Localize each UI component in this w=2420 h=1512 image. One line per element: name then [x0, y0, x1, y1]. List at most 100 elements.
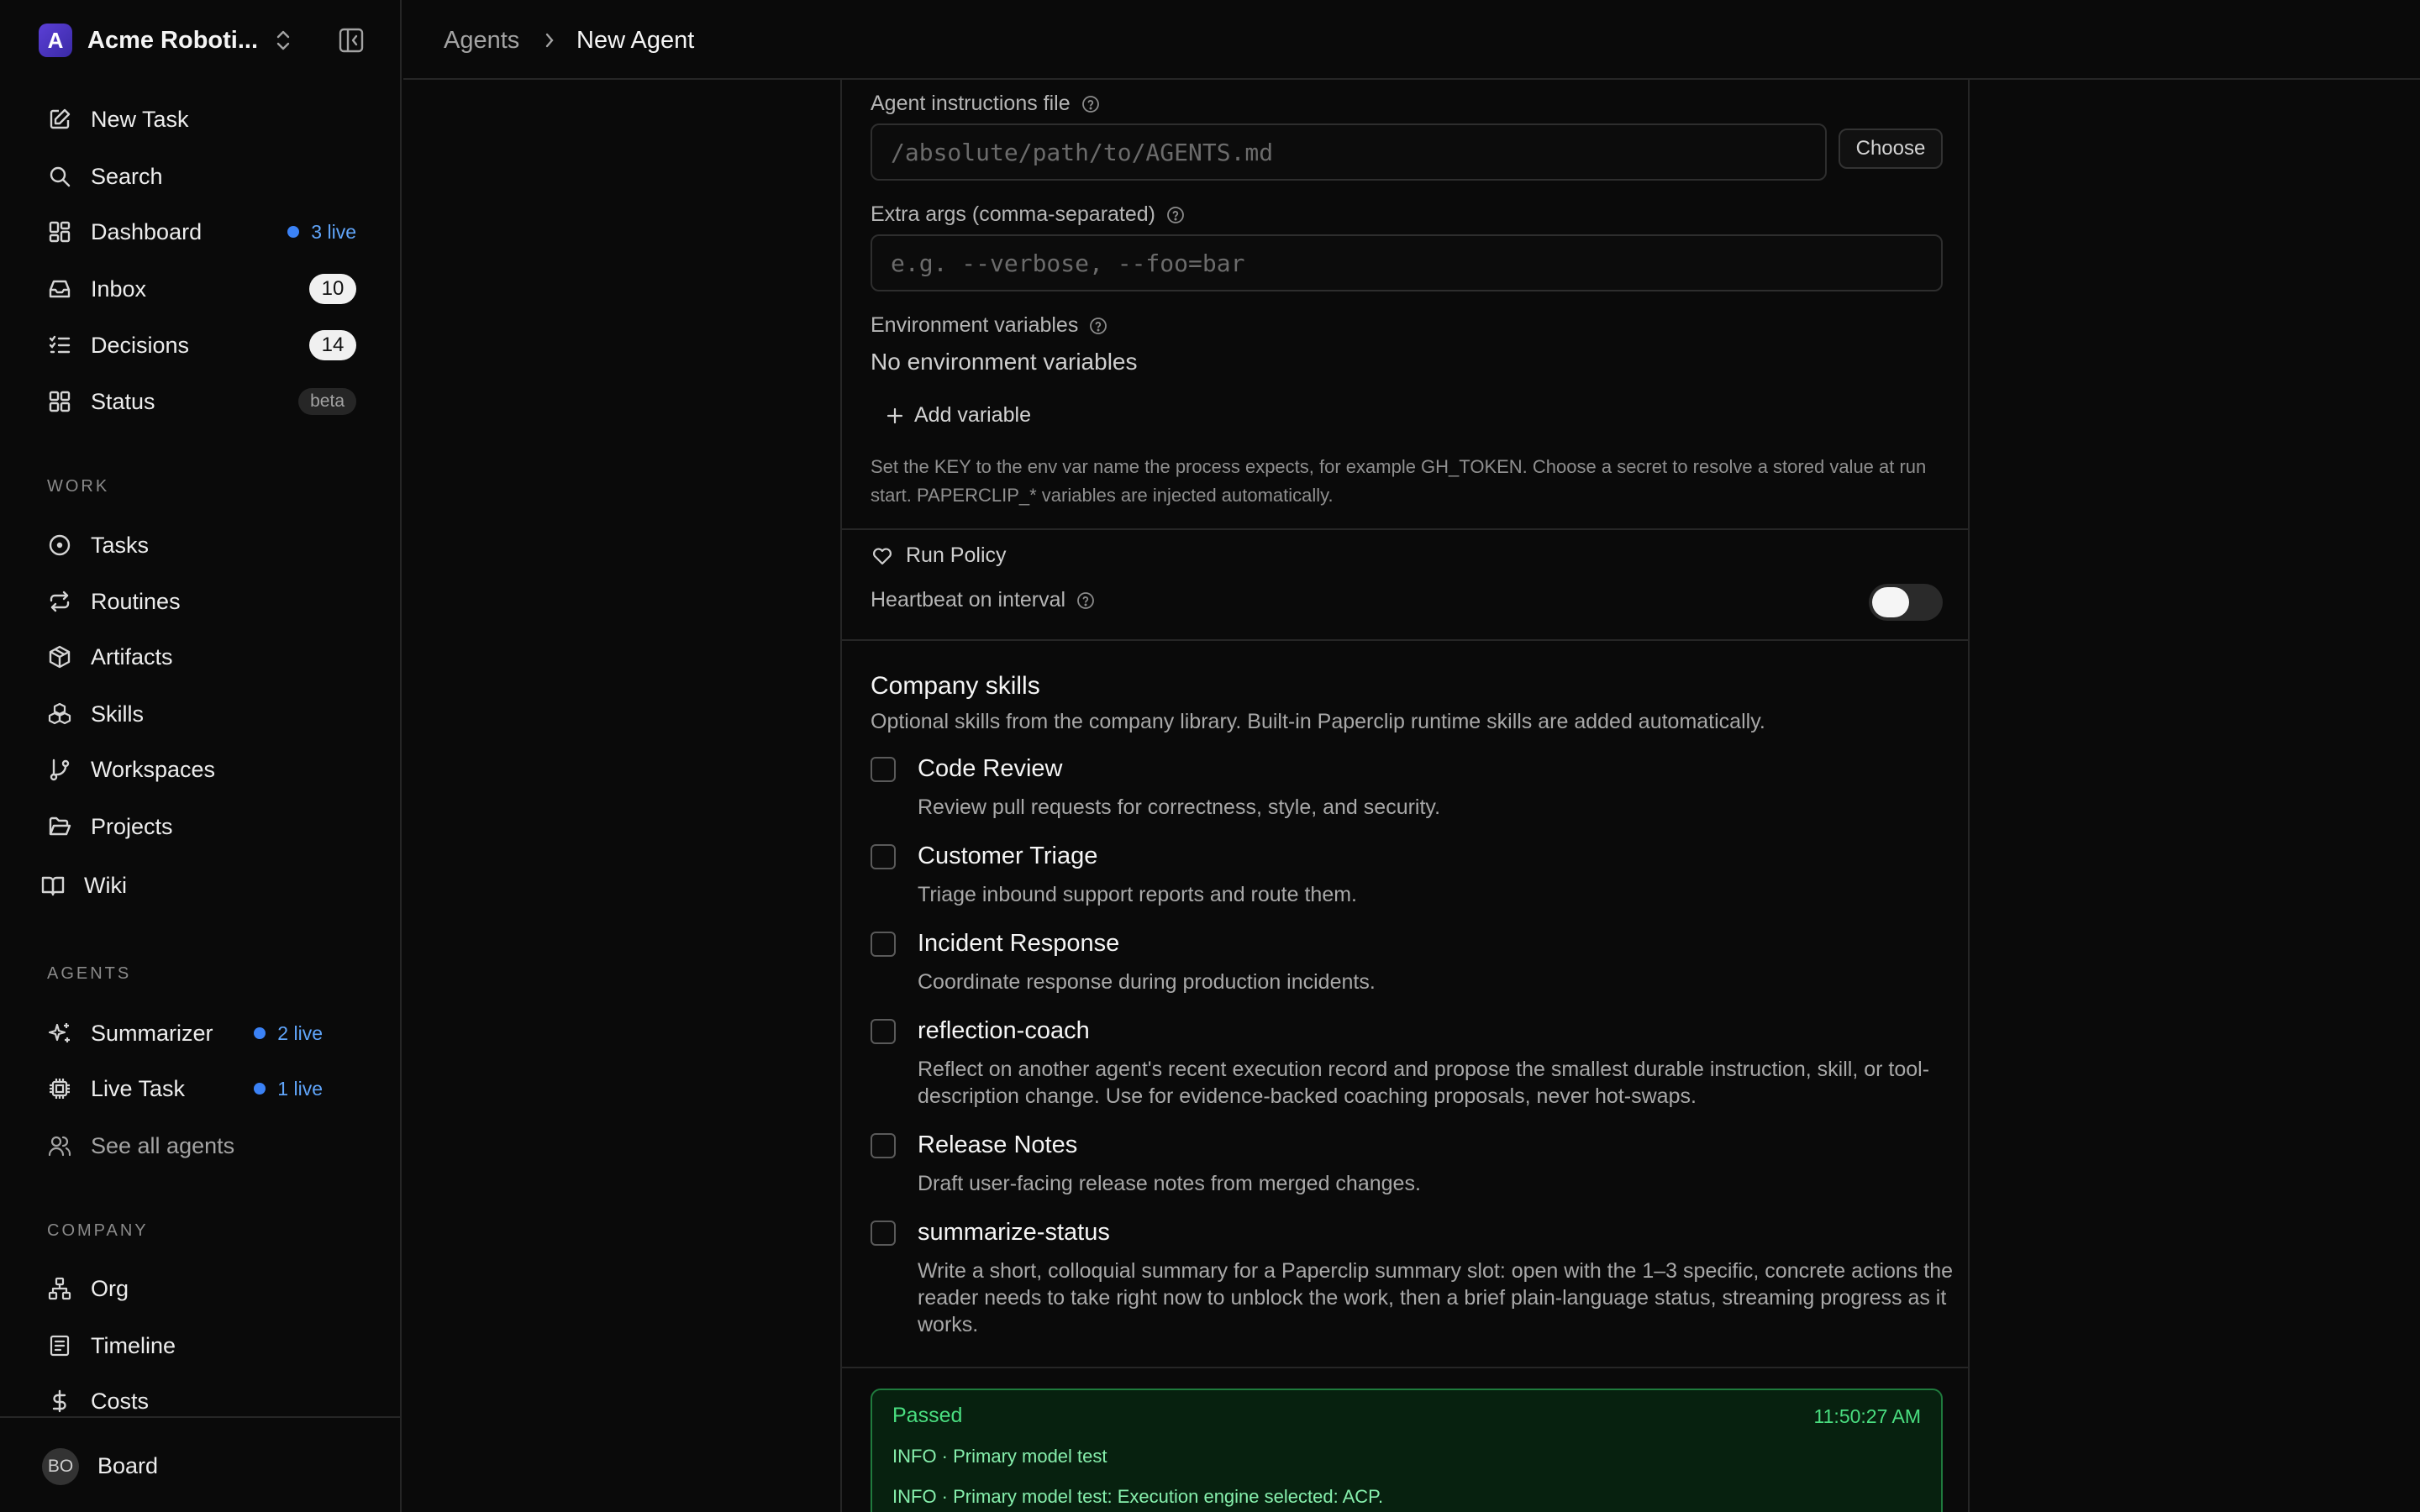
- skill-name: summarize-status: [918, 1219, 1110, 1246]
- count-badge: 10: [309, 274, 356, 304]
- nav-label: Inbox: [91, 276, 147, 302]
- help-circle-icon[interactable]: [1088, 316, 1108, 336]
- skill-description: Reflect on another agent's recent execut…: [918, 1058, 1930, 1108]
- git-branch-icon: [45, 755, 74, 784]
- nav-costs[interactable]: Costs: [45, 1383, 356, 1420]
- nav-projects[interactable]: Projects: [45, 808, 356, 845]
- users-icon: [45, 1131, 74, 1160]
- dashboard-icon: [45, 218, 74, 246]
- nav-org[interactable]: Org: [45, 1270, 356, 1307]
- nav-agent-live-task[interactable]: Live Task 1 live: [45, 1070, 356, 1107]
- heartbeat-label: Heartbeat on interval: [871, 588, 1096, 612]
- skill-checkbox[interactable]: [871, 1221, 896, 1246]
- nav-routines[interactable]: Routines: [45, 583, 356, 620]
- breadcrumb-agents-link[interactable]: Agents: [444, 27, 519, 55]
- test-status: Passed: [892, 1404, 963, 1427]
- nav-label: Org: [91, 1275, 129, 1301]
- beta-badge: beta: [298, 388, 356, 415]
- nav-tasks[interactable]: Tasks: [45, 527, 356, 564]
- skill-name: Release Notes: [918, 1131, 1078, 1158]
- skill-name: Incident Response: [918, 930, 1120, 957]
- help-circle-icon[interactable]: [1076, 591, 1096, 611]
- nav-label: Costs: [91, 1388, 150, 1414]
- nav-new-task[interactable]: New Task: [45, 101, 356, 138]
- skill-description: Draft user-facing release notes from mer…: [918, 1172, 1421, 1195]
- live-indicator: 3 live: [287, 221, 356, 244]
- page-title: New Agent: [576, 27, 695, 54]
- log-line: INFO · Primary model test: Execution eng…: [892, 1486, 1384, 1507]
- board-label: Board: [97, 1453, 159, 1478]
- choose-file-button[interactable]: Choose: [1839, 129, 1943, 169]
- env-vars-empty: No environment variables: [871, 349, 1138, 375]
- add-variable-button[interactable]: Add variable: [884, 403, 1031, 428]
- nav-timeline[interactable]: Timeline: [45, 1327, 356, 1364]
- company-switcher[interactable]: A Acme Roboti...: [39, 22, 366, 59]
- nav-label: Artifacts: [91, 643, 173, 669]
- divider: [842, 1367, 1968, 1368]
- skill-name: Code Review: [918, 755, 1063, 782]
- company-logo: A: [39, 24, 72, 57]
- skill-checkbox[interactable]: [871, 757, 896, 782]
- sidebar-footer[interactable]: BO Board: [0, 1416, 402, 1512]
- env-vars-hint: Set the KEY to the env var name the proc…: [871, 456, 1927, 506]
- help-circle-icon[interactable]: [1081, 94, 1101, 114]
- nav-decisions[interactable]: Decisions 14: [45, 327, 356, 364]
- instructions-file-input[interactable]: /absolute/path/to/AGENTS.md: [871, 123, 1827, 181]
- plus-icon: [884, 405, 906, 427]
- live-indicator: 2 live: [254, 1022, 323, 1045]
- network-icon: [45, 1274, 74, 1303]
- skills-title: Company skills: [871, 672, 1040, 700]
- test-result-panel: Passed 11:50:27 AM INFO · Primary model …: [871, 1389, 1943, 1512]
- nav-workspaces[interactable]: Workspaces: [45, 751, 356, 788]
- count-badge: 14: [309, 330, 356, 360]
- skill-name: reflection-coach: [918, 1017, 1090, 1044]
- extra-args-label: Extra args (comma-separated): [871, 202, 1186, 227]
- skill-description: Review pull requests for correctness, st…: [918, 795, 1441, 819]
- log-line: INFO · Primary model test: [892, 1446, 1107, 1467]
- nav-agent-summarizer[interactable]: Summarizer 2 live: [45, 1015, 356, 1052]
- nav-label: Skills: [91, 701, 145, 727]
- cpu-icon: [45, 1074, 74, 1103]
- skill-checkbox[interactable]: [871, 844, 896, 869]
- file-text-icon: [45, 1331, 74, 1360]
- collapse-sidebar-icon[interactable]: [336, 25, 366, 55]
- skill-checkbox[interactable]: [871, 1133, 896, 1158]
- nav-search[interactable]: Search: [45, 158, 356, 195]
- nav-label: Live Task: [91, 1075, 186, 1101]
- add-variable-label: Add variable: [914, 403, 1031, 427]
- skill-checkbox[interactable]: [871, 932, 896, 957]
- extra-args-input[interactable]: e.g. --verbose, --foo=bar: [871, 234, 1943, 291]
- nav-label: Decisions: [91, 332, 190, 358]
- heartbeat-toggle[interactable]: [1869, 584, 1943, 621]
- nav-dashboard[interactable]: Dashboard 3 live: [45, 213, 356, 250]
- nav-see-all-agents[interactable]: See all agents: [45, 1127, 356, 1164]
- dollar-icon: [45, 1387, 74, 1415]
- nav-label: Status: [91, 388, 155, 414]
- nav-label: Timeline: [91, 1332, 176, 1358]
- avatar: BO: [42, 1448, 79, 1485]
- nav-label: Wiki: [84, 872, 127, 898]
- chevron-up-down-icon: [273, 28, 293, 53]
- skill-name: Customer Triage: [918, 843, 1098, 869]
- boxes-icon: [45, 700, 74, 728]
- nav-label: Workspaces: [91, 756, 216, 782]
- skill-description: Triage inbound support reports and route…: [918, 883, 1357, 906]
- skill-checkbox[interactable]: [871, 1019, 896, 1044]
- nav-label: Projects: [91, 813, 173, 839]
- nav-status[interactable]: Status beta: [45, 383, 356, 420]
- env-vars-label: Environment variables: [871, 313, 1108, 338]
- nav-artifacts[interactable]: Artifacts: [45, 638, 356, 675]
- folder-open-icon: [45, 812, 74, 841]
- book-open-icon: [39, 871, 67, 900]
- help-circle-icon[interactable]: [1165, 205, 1186, 225]
- nav-label: Tasks: [91, 532, 150, 558]
- list-checks-icon: [45, 331, 74, 360]
- skill-description: Coordinate response during production in…: [918, 970, 1376, 994]
- section-label-company: COMPANY: [47, 1221, 149, 1240]
- search-icon: [45, 162, 74, 191]
- nav-skills[interactable]: Skills: [45, 696, 356, 732]
- nav-wiki[interactable]: Wiki: [39, 867, 350, 904]
- repeat-icon: [45, 587, 74, 616]
- run-policy-heading: Run Policy: [871, 543, 1007, 568]
- nav-inbox[interactable]: Inbox 10: [45, 270, 356, 307]
